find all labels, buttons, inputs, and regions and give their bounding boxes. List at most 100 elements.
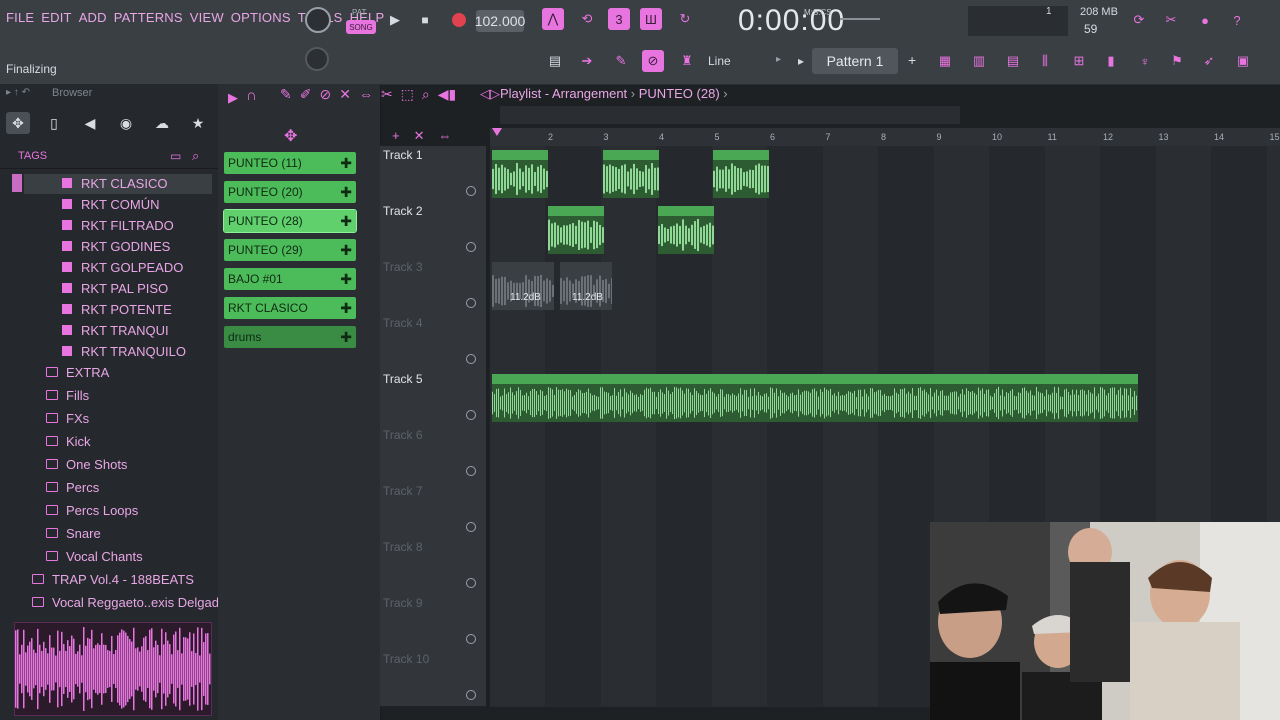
playback-icon[interactable]: ◀▮ <box>438 86 456 103</box>
menu-edit[interactable]: EDIT <box>41 10 71 32</box>
browser-item[interactable]: RKT COMÚN <box>62 194 159 214</box>
track-mute-icon[interactable] <box>466 186 476 196</box>
track-header[interactable]: Track 10 <box>380 650 486 707</box>
stamp-icon[interactable]: ♜ <box>676 50 698 72</box>
browser-item[interactable]: RKT TRANQUILO <box>62 341 186 361</box>
snap-chevron-icon[interactable]: ▸ <box>776 54 781 65</box>
playhead-marker-icon[interactable] <box>492 128 502 136</box>
track-mute-icon[interactable] <box>466 522 476 532</box>
zoom-icon[interactable]: ⌕ <box>422 86 430 103</box>
speaker-icon[interactable]: ◀ <box>78 112 102 134</box>
menu-options[interactable]: OPTIONS <box>231 10 291 32</box>
pattern-add-icon[interactable]: ✚ <box>340 155 352 172</box>
playlist-overview[interactable] <box>500 106 960 124</box>
playlist-clip[interactable]: PUNT..9) <box>713 150 769 198</box>
tempo-display[interactable]: 102.000 <box>475 10 525 32</box>
all-files-icon[interactable]: ✥ <box>6 112 30 134</box>
track-mute-icon[interactable] <box>466 354 476 364</box>
current-project-icon[interactable]: ▯ <box>42 112 66 134</box>
plugin-icon[interactable]: ♆ <box>1134 50 1156 72</box>
pattern-item[interactable]: drums ✚ <box>224 326 356 348</box>
track-header[interactable]: Track 1 <box>380 146 486 203</box>
paint-icon[interactable]: ✐ <box>300 86 312 103</box>
browser-item[interactable]: Percs Loops <box>46 500 138 520</box>
add-track-icon[interactable]: + <box>392 128 400 144</box>
playlist-clip[interactable]: PUNT..8) <box>548 206 604 254</box>
browser-item[interactable]: RKT CLASICO <box>62 173 167 193</box>
browser-item[interactable]: One Shots <box>46 454 127 474</box>
mic-icon[interactable]: ● <box>1194 9 1216 31</box>
track-lane[interactable] <box>490 202 1280 259</box>
menu-file[interactable]: FILE <box>6 10 34 32</box>
slip-icon[interactable]: ⇔ <box>359 86 373 103</box>
master-pitch-knob[interactable] <box>305 47 329 71</box>
playlist-clip[interactable]: BAJ..01 11.2dB <box>560 262 612 310</box>
song-mode-button[interactable]: SONG <box>346 20 376 34</box>
arrow-right-icon[interactable]: ➔ <box>576 50 598 72</box>
browser-item[interactable]: RKT POTENTE <box>62 299 172 319</box>
play-icon[interactable]: ▶ <box>386 8 404 32</box>
stop-icon[interactable]: ■ <box>418 8 432 32</box>
menu-add[interactable]: ADD <box>79 10 107 32</box>
pencil-icon[interactable]: ✎ <box>610 50 632 72</box>
track-header[interactable]: Track 6 <box>380 426 486 483</box>
browser-item[interactable]: RKT GODINES <box>62 236 170 256</box>
track-mute-icon[interactable] <box>466 298 476 308</box>
pattern-add-icon[interactable]: ✚ <box>340 329 352 346</box>
mixer-icon[interactable]: ▤ <box>1002 50 1024 72</box>
cloud-icon[interactable]: ☁ <box>150 112 174 134</box>
pattern-item[interactable]: PUNTEO (28) ✚ <box>223 209 357 233</box>
browser-item[interactable]: RKT PAL PISO <box>62 278 168 298</box>
browser-item[interactable]: Vocal Chants <box>46 546 143 566</box>
master-volume-knob[interactable] <box>305 7 331 33</box>
pattern-selector[interactable]: Pattern 1 <box>812 48 898 74</box>
playlist-arrow-icon[interactable]: ◁▷ <box>480 86 500 102</box>
track-mute-icon[interactable] <box>466 410 476 420</box>
picker-mode-icon[interactable]: ✥ <box>284 126 297 146</box>
search-icon[interactable]: ⌕ <box>192 148 199 164</box>
track-header[interactable]: Track 4 <box>380 314 486 371</box>
track-header[interactable]: Track 7 <box>380 482 486 539</box>
menu-patterns[interactable]: PATTERNS <box>114 10 183 32</box>
menu-view[interactable]: VIEW <box>190 10 224 32</box>
browser-item[interactable]: Fills <box>46 385 89 405</box>
pattern-add-icon[interactable]: ✚ <box>340 213 352 230</box>
browser-nav-icon[interactable]: ▸ ↑ ↶ <box>6 87 30 98</box>
tree-expand-icon[interactable] <box>12 174 22 192</box>
pattern-item[interactable]: BAJO #01 ✚ <box>224 268 356 290</box>
add-pattern-icon[interactable]: + <box>908 52 916 68</box>
playlist-clip[interactable]: BAJO #01 11.2dB <box>492 262 554 310</box>
countdown-icon[interactable]: 3 <box>608 8 630 30</box>
online-content-icon[interactable]: ▣ <box>1232 50 1254 72</box>
track-mute-icon[interactable] <box>466 242 476 252</box>
browser-item[interactable]: TRAP Vol.4 - 188BEATS <box>32 569 194 589</box>
project-tree-icon[interactable]: ⊞ <box>1068 50 1090 72</box>
track-mute-icon[interactable] <box>466 690 476 700</box>
link-icon[interactable]: ⊘ <box>642 50 664 72</box>
pattern-add-icon[interactable]: ✚ <box>340 242 352 259</box>
track-mute-icon[interactable] <box>466 578 476 588</box>
wait-input-icon[interactable]: ⟲ <box>576 8 598 30</box>
track-header[interactable]: Track 2 <box>380 202 486 259</box>
refresh-icon[interactable]: ⟳ <box>1128 9 1150 31</box>
slice-icon[interactable]: ✂ <box>381 86 393 103</box>
help-icon[interactable]: ? <box>1226 9 1248 31</box>
time-ruler[interactable]: 2 3 4 5 6 7 8 9 10 11 12 13 14 15 <box>490 128 1280 146</box>
remove-track-icon[interactable]: ✕ <box>414 128 425 144</box>
playlist-clip[interactable]: drums <box>492 374 1138 422</box>
channel-rack-icon[interactable]: ▥ <box>968 50 990 72</box>
playlist-clip[interactable]: PUNT..9) <box>603 150 659 198</box>
browser-item[interactable]: RKT GOLPEADO <box>62 257 183 277</box>
mute-icon[interactable]: ✕ <box>339 86 351 103</box>
record-icon[interactable] <box>452 13 466 27</box>
plugin-database-icon[interactable]: ◉ <box>114 112 138 134</box>
pattern-add-icon[interactable]: ✚ <box>340 300 352 317</box>
track-header[interactable]: Track 5 <box>380 370 486 427</box>
track-scroll-icon[interactable]: ⇔ <box>439 128 452 144</box>
tempo-tap-icon[interactable]: ⚑ <box>1166 50 1188 72</box>
pattern-prev-icon[interactable]: ▸ <box>798 54 804 68</box>
track-mute-icon[interactable] <box>466 466 476 476</box>
step-edit-icon[interactable]: Ш <box>640 8 662 30</box>
track-lane[interactable] <box>490 314 1280 371</box>
draw-icon[interactable]: ✎ <box>280 86 292 103</box>
